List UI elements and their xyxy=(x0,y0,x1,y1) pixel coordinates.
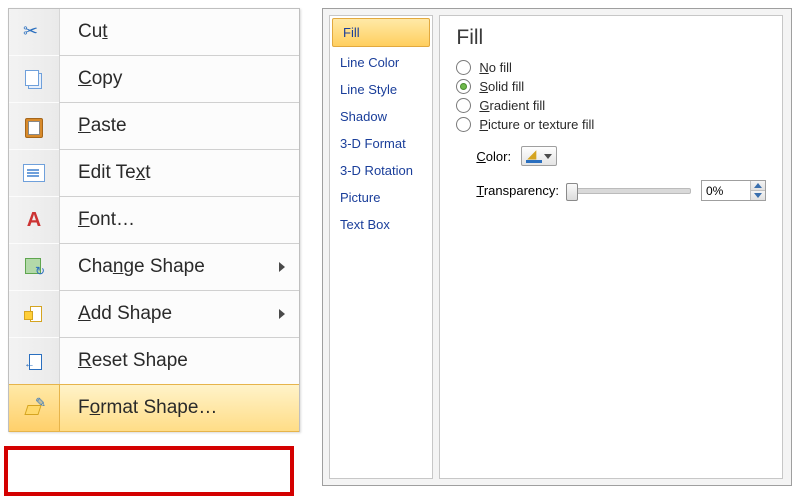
slider-thumb[interactable] xyxy=(566,183,578,201)
radio-gradient-fill[interactable]: Gradient fill xyxy=(456,98,766,113)
dialog-nav: Fill Line Color Line Style Shadow 3-D Fo… xyxy=(329,15,433,479)
transparency-spinner[interactable]: 0% xyxy=(701,180,766,201)
pane-title: Fill xyxy=(456,26,766,50)
nav-item-line-color[interactable]: Line Color xyxy=(330,49,432,76)
nav-item-3d-rotation[interactable]: 3-D Rotation xyxy=(330,157,432,184)
color-row: Color: xyxy=(476,146,766,166)
transparency-value: 0% xyxy=(702,182,750,200)
menu-item-cut[interactable]: Cut xyxy=(9,9,299,55)
fill-bucket-icon xyxy=(526,149,542,163)
menu-item-paste[interactable]: Paste xyxy=(9,103,299,149)
menu-label: ont… xyxy=(90,209,135,230)
nav-item-fill[interactable]: Fill xyxy=(332,18,430,47)
submenu-arrow-icon xyxy=(279,262,285,272)
menu-label: Cha xyxy=(78,256,113,277)
nav-item-line-style[interactable]: Line Style xyxy=(330,76,432,103)
change-shape-icon xyxy=(25,258,43,276)
copy-icon xyxy=(25,70,43,88)
format-shape-icon xyxy=(24,399,44,417)
transparency-slider[interactable] xyxy=(569,188,691,194)
menu-item-add-shape[interactable]: Add Shape xyxy=(9,291,299,337)
menu-label: F xyxy=(78,397,90,418)
reset-shape-icon xyxy=(25,352,43,370)
radio-icon xyxy=(456,79,471,94)
edit-text-icon xyxy=(23,164,45,182)
chevron-down-icon xyxy=(544,154,552,159)
menu-label: dd Shape xyxy=(91,303,172,324)
radio-label: icture or texture fill xyxy=(488,117,594,132)
transparency-row: Transparency: 0% xyxy=(476,180,766,201)
add-shape-icon xyxy=(25,305,43,323)
menu-item-font[interactable]: Font… xyxy=(9,197,299,243)
dialog-pane-fill: Fill No fill Solid fill Gradient fill Pi… xyxy=(439,15,783,479)
radio-label: radient fill xyxy=(490,98,546,113)
menu-label: opy xyxy=(92,68,123,89)
color-picker-button[interactable] xyxy=(521,146,557,166)
menu-item-copy[interactable]: Copy xyxy=(9,56,299,102)
radio-solid-fill[interactable]: Solid fill xyxy=(456,79,766,94)
font-icon xyxy=(23,209,45,231)
radio-icon xyxy=(456,117,471,132)
menu-item-change-shape[interactable]: Change Shape xyxy=(9,244,299,290)
menu-item-reset-shape[interactable]: Reset Shape xyxy=(9,338,299,384)
color-label: olor: xyxy=(486,149,511,164)
menu-label: Cu xyxy=(78,21,102,42)
chevron-up-icon xyxy=(754,183,762,188)
spinner-up-button[interactable] xyxy=(751,181,765,191)
cut-icon xyxy=(23,21,45,43)
menu-item-format-shape[interactable]: Format Shape… xyxy=(9,384,299,432)
context-menu: Cut Copy Paste Edit Text xyxy=(8,8,300,432)
nav-item-picture[interactable]: Picture xyxy=(330,184,432,211)
chevron-down-icon xyxy=(754,193,762,198)
menu-label: Edit Te xyxy=(78,162,136,183)
radio-no-fill[interactable]: No fill xyxy=(456,60,766,75)
paste-icon xyxy=(25,116,43,136)
menu-label: aste xyxy=(91,115,127,136)
submenu-arrow-icon xyxy=(279,309,285,319)
menu-label: eset Shape xyxy=(92,350,188,371)
nav-item-3d-format[interactable]: 3-D Format xyxy=(330,130,432,157)
nav-item-shadow[interactable]: Shadow xyxy=(330,103,432,130)
highlight-annotation xyxy=(4,446,294,496)
nav-item-text-box[interactable]: Text Box xyxy=(330,211,432,238)
format-shape-dialog: Fill Line Color Line Style Shadow 3-D Fo… xyxy=(322,8,792,486)
menu-item-edit-text[interactable]: Edit Text xyxy=(9,150,299,196)
spinner-down-button[interactable] xyxy=(751,191,765,200)
radio-icon xyxy=(456,98,471,113)
radio-label: olid fill xyxy=(488,79,524,94)
transparency-label: ransparency: xyxy=(484,183,559,198)
radio-picture-fill[interactable]: Picture or texture fill xyxy=(456,117,766,132)
radio-icon xyxy=(456,60,471,75)
radio-label: o fill xyxy=(489,60,512,75)
